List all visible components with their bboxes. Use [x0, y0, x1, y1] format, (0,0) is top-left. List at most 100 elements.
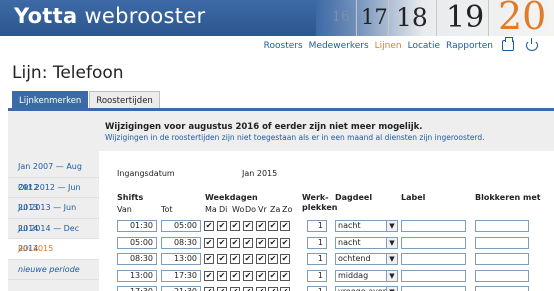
weekday-checkbox[interactable]: ✔ [280, 254, 290, 264]
werkplekken-input[interactable]: 1 [307, 220, 327, 232]
period-item[interactable]: Jul 2013 — Jun 2014 [8, 198, 99, 233]
dagdeel-select[interactable]: middag ▼ [335, 269, 398, 282]
weekday-checkbox[interactable]: ✔ [204, 221, 214, 231]
weekday-checkbox[interactable]: ✔ [280, 287, 290, 291]
werkplekken-header-1: Werk- [302, 193, 329, 202]
label-input[interactable] [401, 220, 466, 232]
day-header-ma: Ma [205, 205, 217, 214]
weekday-checkbox[interactable]: ✔ [243, 270, 253, 281]
calendar-day: 16 [332, 9, 350, 25]
label-input[interactable] [401, 269, 466, 282]
blokkeren-input[interactable] [475, 269, 529, 282]
chevron-down-icon[interactable]: ▼ [386, 254, 397, 264]
shift-van-input[interactable]: 17:30 [117, 286, 157, 291]
tab-roostertijden[interactable]: Roostertijden [89, 91, 160, 108]
weekday-checkbox[interactable]: ✔ [230, 221, 240, 231]
weekday-checkbox[interactable]: ✔ [243, 237, 253, 248]
weekday-checkbox[interactable]: ✔ [204, 254, 214, 264]
weekday-checkbox[interactable]: ✔ [268, 237, 278, 248]
blokkeren-header: Blokkeren met [475, 193, 541, 202]
weekday-checkbox[interactable]: ✔ [280, 221, 290, 231]
shift-van-input[interactable]: 13:00 [117, 269, 157, 282]
nav-roosters[interactable]: Roosters [264, 41, 303, 51]
weekday-checkbox[interactable]: ✔ [256, 237, 266, 248]
weekday-checkbox[interactable]: ✔ [243, 254, 253, 264]
weekday-checkbox[interactable]: ✔ [230, 237, 240, 248]
weekday-checkbox[interactable]: ✔ [256, 270, 266, 281]
nav-rapporten[interactable]: Rapporten [446, 41, 493, 51]
ingangsdatum-label: Ingangsdatum [117, 169, 175, 178]
weekday-checkbox[interactable]: ✔ [217, 270, 227, 281]
dagdeel-value: ochtend [338, 254, 371, 263]
weekday-checkbox[interactable]: ✔ [217, 237, 227, 248]
printer-icon[interactable] [502, 37, 514, 51]
werkplekken-input[interactable]: 1 [307, 253, 327, 265]
period-item[interactable]: Jan 2007 — Aug 2012 [8, 157, 99, 192]
label-input[interactable] [401, 253, 466, 265]
weekday-checkbox[interactable]: ✔ [280, 237, 290, 248]
chevron-down-icon[interactable]: ▼ [386, 270, 397, 281]
werkplekken-input[interactable]: 1 [307, 269, 327, 282]
werkplekken-input[interactable]: 1 [307, 236, 327, 249]
chevron-down-icon[interactable]: ▼ [386, 221, 397, 231]
chevron-down-icon[interactable]: ▼ [386, 237, 397, 248]
nav-medewerkers[interactable]: Medewerkers [309, 41, 369, 51]
tab-lijnkenmerken[interactable]: Lijnkenmerken [12, 91, 89, 108]
dagdeel-select[interactable]: nacht ▼ [335, 236, 398, 249]
chevron-down-icon[interactable]: ▼ [386, 287, 397, 291]
dagdeel-select[interactable]: vroege avond▼ [335, 286, 398, 291]
blokkeren-input[interactable] [475, 220, 529, 232]
dagdeel-header: Dagdeel [335, 193, 373, 202]
shift-van-input[interactable]: 01:30 [117, 220, 157, 232]
label-header: Label [401, 193, 426, 202]
weekday-checkbox[interactable]: ✔ [204, 270, 214, 281]
blokkeren-input[interactable] [475, 253, 529, 265]
label-input[interactable] [401, 286, 466, 291]
weekday-checkbox[interactable]: ✔ [268, 287, 278, 291]
weekday-checkbox[interactable]: ✔ [230, 270, 240, 281]
werkplekken-input[interactable]: 1 [307, 286, 327, 291]
shift-tot-input[interactable]: 21:30 [161, 286, 201, 291]
nav-locatie[interactable]: Locatie [408, 41, 440, 51]
shift-van-input[interactable]: 08:30 [117, 253, 157, 265]
weekday-checkbox[interactable]: ✔ [268, 254, 278, 264]
shift-tot-input[interactable]: 13:00 [161, 253, 201, 265]
weekday-checkbox[interactable]: ✔ [204, 237, 214, 248]
weekday-checkbox[interactable]: ✔ [217, 287, 227, 291]
day-header-wo: Wo [232, 205, 245, 214]
weekday-checkbox[interactable]: ✔ [268, 270, 278, 281]
calendar-day: 19 [446, 0, 485, 35]
weekday-checkbox[interactable]: ✔ [256, 221, 266, 231]
dagdeel-select[interactable]: nacht ▼ [335, 220, 398, 232]
weekday-checkbox[interactable]: ✔ [217, 254, 227, 264]
weekday-checkbox[interactable]: ✔ [280, 270, 290, 281]
shift-tot-input[interactable]: 08:30 [161, 236, 201, 249]
power-icon[interactable] [526, 38, 538, 51]
period-item[interactable]: Jul 2014 — Dec 2014 [8, 219, 99, 253]
weekday-checkbox[interactable]: ✔ [243, 287, 253, 291]
brand-bold: Yotta [14, 4, 78, 28]
dagdeel-select[interactable]: ochtend ▼ [335, 253, 398, 265]
weekday-checkbox[interactable]: ✔ [268, 221, 278, 231]
weekday-checkbox[interactable]: ✔ [217, 221, 227, 231]
weekday-checkbox[interactable]: ✔ [243, 221, 253, 231]
app-logo[interactable]: Yotta webrooster [14, 4, 205, 28]
weekday-checkbox[interactable]: ✔ [230, 254, 240, 264]
shift-tot-input[interactable]: 05:00 [161, 220, 201, 232]
weekday-checkbox[interactable]: ✔ [230, 287, 240, 291]
shift-tot-input[interactable]: 17:30 [161, 269, 201, 282]
period-item-active[interactable]: Jan 2015 [8, 239, 99, 260]
weekday-checkbox[interactable]: ✔ [204, 287, 214, 291]
shift-van-input[interactable]: 05:00 [117, 236, 157, 249]
weekday-checkbox[interactable]: ✔ [256, 287, 266, 291]
shifts-header: Shifts [117, 193, 144, 202]
top-navigation: Roosters Medewerkers Lijnen Locatie Rapp… [264, 37, 538, 51]
weekday-checkbox[interactable]: ✔ [256, 254, 266, 264]
period-item[interactable]: Okt 2012 — Jun 2013 [8, 178, 99, 212]
label-input[interactable] [401, 236, 466, 249]
blokkeren-input[interactable] [475, 286, 529, 291]
new-period-link[interactable]: nieuwe periode [8, 260, 99, 280]
tab-panel: Wijzigingen voor augustus 2016 of eerder… [8, 108, 554, 291]
nav-lijnen[interactable]: Lijnen [375, 41, 402, 51]
blokkeren-input[interactable] [475, 236, 529, 249]
